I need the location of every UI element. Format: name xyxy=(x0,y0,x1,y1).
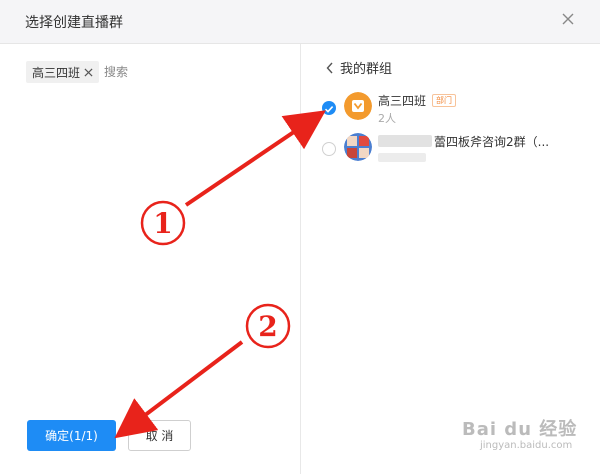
group-name: 蕾四板斧咨询2群（... xyxy=(378,133,549,150)
search-input[interactable] xyxy=(104,61,254,83)
department-tag: 部门 xyxy=(432,94,457,107)
redacted-member-count xyxy=(378,153,426,162)
redacted-text xyxy=(378,135,432,147)
back-label: 我的群组 xyxy=(340,62,393,77)
group-avatar xyxy=(344,133,372,161)
panel-divider xyxy=(300,44,301,474)
check-icon xyxy=(324,106,334,113)
selected-chip-label: 高三四班 xyxy=(32,65,81,80)
group-row[interactable]: 高三四班 部门 2人 xyxy=(320,92,590,128)
cancel-button[interactable]: 取 消 xyxy=(128,420,191,451)
selected-panel xyxy=(0,44,300,474)
confirm-button[interactable]: 确定(1/1) xyxy=(27,420,116,451)
selected-chip: 高三四班 xyxy=(26,61,100,83)
group-member-count: 2人 xyxy=(378,112,396,125)
checked-radio[interactable] xyxy=(322,101,336,115)
watermark-url: jingyan.baidu.com xyxy=(480,440,573,451)
close-icon[interactable] xyxy=(560,11,576,27)
remove-icon[interactable] xyxy=(84,67,93,77)
group-row[interactable]: 蕾四板斧咨询2群（... xyxy=(320,133,590,169)
group-name: 高三四班 部门 xyxy=(378,92,457,109)
watermark-brand: Bai du 经验 xyxy=(462,419,578,440)
back-to-groups[interactable]: 我的群组 xyxy=(326,58,392,77)
dialog-title: 选择创建直播群 xyxy=(25,15,123,31)
group-avatar xyxy=(344,92,372,120)
dialog-header: 选择创建直播群 xyxy=(0,0,600,44)
chevron-left-icon xyxy=(326,62,333,73)
unchecked-radio[interactable] xyxy=(322,142,336,156)
